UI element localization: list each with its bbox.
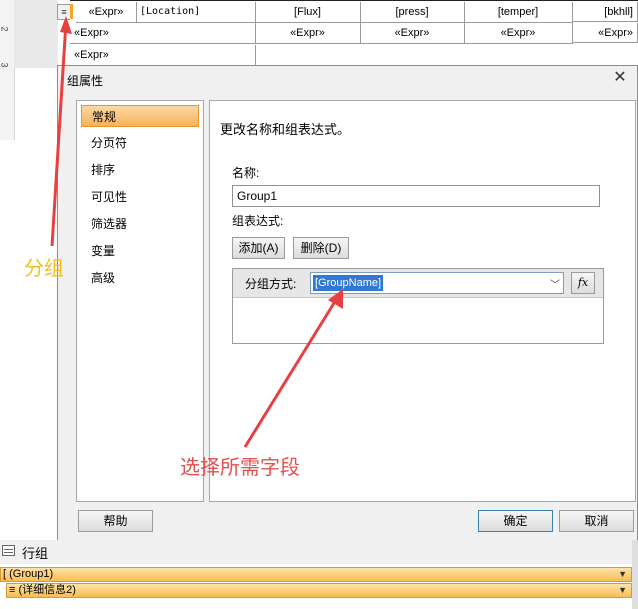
ruler-mark-2: 2: [0, 26, 10, 32]
table-cell[interactable]: «Expr»: [464, 23, 573, 44]
scrollbar[interactable]: [632, 540, 638, 609]
name-label: 名称:: [232, 166, 260, 180]
chevron-down-icon[interactable]: ﹀: [550, 276, 560, 291]
nav-item-filters[interactable]: 筛选器: [81, 213, 199, 235]
row-group-label: (详细信息2): [18, 584, 76, 596]
dialog-nav: 常规 分页符 排序 可见性 筛选器 变量 高级: [76, 100, 204, 502]
nav-item-general[interactable]: 常规: [81, 105, 199, 127]
group-by-label: 分组方式:: [245, 277, 297, 291]
section-heading: 更改名称和组表达式。: [220, 122, 351, 137]
row-groups-icon: [2, 545, 15, 556]
nav-item-variables[interactable]: 变量: [81, 240, 199, 262]
table-cell[interactable]: «Expr»: [70, 45, 256, 66]
delete-button[interactable]: 删除(D): [293, 237, 349, 259]
row-group-label: (Group1): [9, 568, 54, 580]
add-button[interactable]: 添加(A): [232, 237, 285, 259]
ok-button[interactable]: 确定: [478, 510, 553, 532]
group-expression-row: 分组方式: [GroupName] ﹀ fx: [233, 269, 603, 298]
details-icon: ≡: [9, 584, 16, 596]
cancel-button[interactable]: 取消: [559, 510, 634, 532]
nav-item-advanced[interactable]: 高级: [81, 267, 199, 289]
table-cell[interactable]: [Flux]: [255, 2, 361, 23]
designer-margin: [14, 0, 58, 68]
row-group-item[interactable]: ≡ (详细信息2) ▼: [6, 583, 632, 598]
group-by-value: [GroupName]: [313, 275, 384, 291]
chevron-down-icon[interactable]: ▼: [618, 568, 627, 581]
table-cell[interactable]: «Expr»: [76, 2, 137, 23]
close-icon[interactable]: ✕: [611, 69, 629, 87]
ruler-mark-3: 3: [0, 62, 10, 68]
dialog-content: 更改名称和组表达式。 名称: 组表达式: 添加(A) 删除(D) 分组方式: […: [209, 100, 636, 502]
table-cell[interactable]: «Expr»: [255, 23, 361, 44]
nav-item-visibility[interactable]: 可见性: [81, 186, 199, 208]
row-groups-header: 行组: [0, 540, 638, 564]
table-cell[interactable]: [Location]: [136, 2, 256, 23]
table-cell[interactable]: [bkhll]: [572, 2, 638, 22]
group-bracket-icon: [70, 4, 73, 19]
group-bracket-icon: [: [3, 568, 7, 580]
table-cell[interactable]: [temper]: [464, 2, 573, 23]
nav-item-sorting[interactable]: 排序: [81, 159, 199, 181]
table-cell[interactable]: «Expr»: [572, 23, 638, 43]
table-cell[interactable]: «Expr»: [360, 23, 465, 44]
chevron-down-icon[interactable]: ▼: [618, 584, 627, 597]
row-group-item[interactable]: [ (Group1) ▼: [0, 567, 632, 582]
help-button[interactable]: 帮助: [78, 510, 153, 532]
dialog-title: 组属性: [67, 74, 104, 88]
annotation-group-note: 分组: [24, 256, 64, 280]
group-by-select[interactable]: [GroupName] ﹀: [310, 272, 564, 294]
group-expression-list: 分组方式: [GroupName] ﹀ fx: [232, 268, 604, 344]
nav-item-page-breaks[interactable]: 分页符: [81, 132, 199, 154]
vertical-ruler: 2 3: [0, 0, 15, 140]
group-handle-icon[interactable]: ≡: [57, 4, 71, 20]
name-field[interactable]: [232, 185, 600, 207]
group-expression-label: 组表达式:: [232, 214, 284, 228]
group-properties-dialog: 组属性 ✕ 常规 分页符 排序 可见性 筛选器 变量 高级 更改名称和组表达式。…: [57, 65, 638, 543]
table-cell[interactable]: «Expr»: [70, 23, 256, 44]
row-groups-title: 行组: [22, 546, 49, 561]
report-table: «Expr» [Location] [Flux] [press] [temper…: [70, 0, 638, 69]
annotation-select-note: 选择所需字段: [180, 455, 300, 479]
table-cell[interactable]: [press]: [360, 2, 465, 23]
expression-fx-button[interactable]: fx: [571, 272, 595, 294]
